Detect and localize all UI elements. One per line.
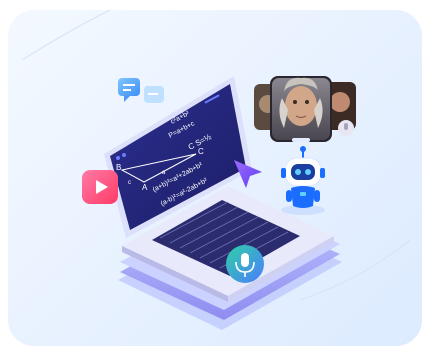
vertex-label-b: B bbox=[116, 163, 121, 172]
vertex-label-a: A bbox=[142, 183, 148, 192]
illustration-stage: c²a+b² P=a+b+c C S=½ (a+b)²=a²+2ab+b² (a… bbox=[0, 0, 422, 346]
portrait-cards-icon bbox=[254, 76, 356, 142]
robot-assistant-icon bbox=[281, 146, 325, 215]
illustration-canvas: c²a+b² P=a+b+c C S=½ (a+b)²=a²+2ab+b² (a… bbox=[21, 9, 411, 330]
chat-bubbles-icon bbox=[118, 78, 164, 103]
decor-arc bbox=[21, 9, 111, 61]
side-label-c: c bbox=[128, 180, 131, 186]
vertex-label-c: C bbox=[198, 147, 204, 156]
play-icon[interactable] bbox=[82, 170, 118, 204]
microphone-icon[interactable] bbox=[226, 245, 264, 283]
